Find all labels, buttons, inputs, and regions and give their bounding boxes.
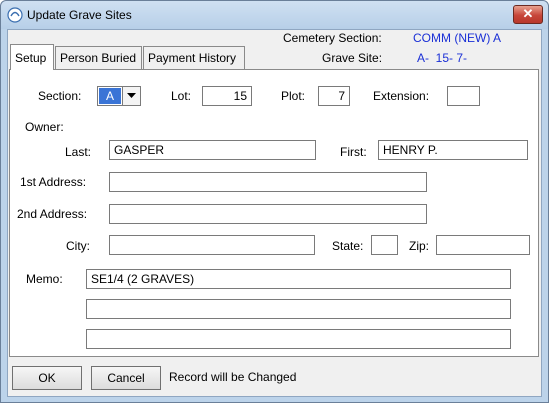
last-name-field[interactable]: GASPER — [109, 140, 316, 160]
lot-field[interactable]: 15 — [202, 86, 252, 106]
city-label: City: — [66, 239, 90, 253]
last-name-label: Last: — [65, 145, 92, 159]
status-text: Record will be Changed — [169, 370, 297, 384]
title-bar[interactable]: Update Grave Sites ✕ — [1, 1, 548, 29]
lot-label: Lot: — [171, 89, 192, 103]
address2-field[interactable] — [109, 204, 427, 224]
ok-button[interactable]: OK — [12, 366, 82, 390]
window-title: Update Grave Sites — [27, 8, 132, 22]
address1-field[interactable] — [109, 172, 427, 192]
address1-label: 1st Address: — [20, 175, 87, 189]
memo-line-2[interactable] — [86, 299, 511, 319]
plot-field[interactable]: 7 — [318, 86, 350, 106]
chevron-down-icon — [127, 93, 136, 98]
cemetery-section-label: Cemetery Section: — [283, 31, 382, 45]
section-label: Section: — [38, 89, 82, 103]
tab-payment-history[interactable]: Payment History — [143, 46, 245, 70]
tab-setup[interactable]: Setup — [10, 44, 54, 70]
extension-label: Extension: — [373, 89, 430, 103]
first-name-field[interactable]: HENRY P. — [378, 140, 528, 160]
plot-label: Plot: — [281, 89, 306, 103]
zip-field[interactable] — [436, 235, 530, 255]
grave-site-label: Grave Site: — [322, 51, 383, 65]
owner-label: Owner: — [25, 120, 64, 134]
extension-field[interactable] — [447, 86, 480, 106]
first-name-label: First: — [340, 145, 367, 159]
app-icon — [7, 7, 23, 23]
section-dropdown[interactable]: A — [97, 86, 141, 106]
section-dropdown-button[interactable] — [122, 87, 140, 105]
address2-label: 2nd Address: — [17, 207, 88, 221]
tab-person-buried[interactable]: Person Buried — [55, 46, 142, 70]
city-field[interactable] — [109, 235, 315, 255]
state-field[interactable] — [371, 235, 398, 255]
cancel-button[interactable]: Cancel — [91, 366, 161, 390]
memo-line-1[interactable]: SE1/4 (2 GRAVES) — [86, 269, 511, 289]
close-button[interactable]: ✕ — [513, 5, 543, 24]
grave-site-value: A- 15- 7- — [417, 51, 468, 65]
section-value: A — [99, 88, 121, 104]
cemetery-section-value: COMM (NEW) A — [413, 31, 501, 45]
state-label: State: — [332, 239, 364, 253]
zip-label: Zip: — [409, 239, 430, 253]
memo-label: Memo: — [26, 272, 63, 286]
memo-line-3[interactable] — [86, 329, 511, 349]
